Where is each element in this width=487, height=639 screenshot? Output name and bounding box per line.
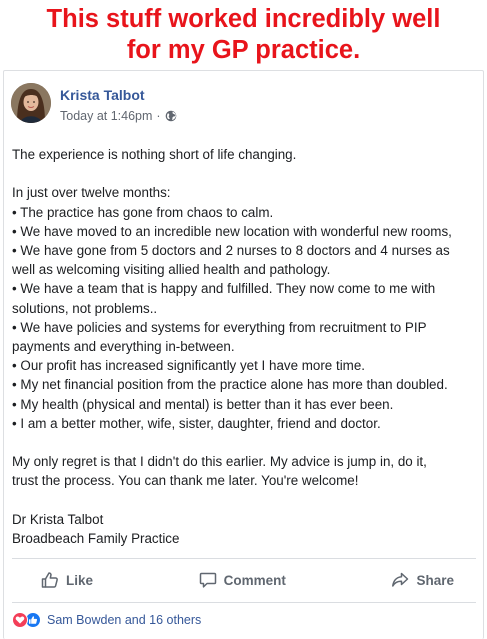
post-intro: In just over twelve months:: [12, 185, 171, 201]
bullet-line: • We have moved to an incredible new loc…: [12, 223, 452, 239]
signature-name: Dr Krista Talbot: [12, 511, 104, 527]
reactions-summary[interactable]: Sam Bowden and 16 others: [12, 611, 201, 629]
bullet-line: • Our profit has increased significantly…: [12, 358, 365, 374]
bullet-line: solutions, not problems..: [12, 300, 158, 316]
actions-divider-bottom: [12, 602, 476, 603]
bullet-line: • My net financial position from the pra…: [12, 377, 448, 393]
bullet-line: • The practice has gone from chaos to ca…: [12, 204, 274, 220]
comment-button[interactable]: Comment: [198, 570, 286, 590]
bullet-line: • I am a better mother, wife, sister, da…: [12, 415, 381, 431]
closing-line: trust the process. You can thank me late…: [12, 473, 359, 489]
post-actions-bar: Like Comment Share: [12, 564, 476, 596]
signature-practice: Broadbeach Family Practice: [12, 531, 180, 547]
bullet-line: payments and everything in-between.: [12, 339, 235, 355]
share-label: Share: [416, 572, 454, 588]
avatar-photo: [11, 83, 51, 123]
meta-separator: ·: [156, 109, 161, 123]
share-button[interactable]: Share: [390, 570, 454, 590]
globe-icon[interactable]: [165, 110, 177, 122]
promo-headline: This stuff worked incredibly well for my…: [0, 4, 487, 66]
love-icon: [12, 612, 28, 628]
comment-label: Comment: [223, 572, 286, 588]
bullet-line: • We have a team that is happy and fulfi…: [12, 281, 436, 297]
bullet-line: • We have gone from 5 doctors and 2 nurs…: [12, 243, 450, 258]
like-label: Like: [66, 572, 94, 588]
bullet-line: well as welcoming visiting allied health…: [12, 262, 331, 278]
reaction-names[interactable]: Sam Bowden and 16 others: [47, 613, 201, 627]
author-name[interactable]: Krista Talbot: [60, 87, 145, 103]
headline-line-1: This stuff worked incredibly well: [46, 5, 441, 33]
bullet-line: • My health (physical and mental) is bet…: [12, 396, 394, 412]
closing-line: My only regret is that I didn't do this …: [12, 454, 427, 470]
post-meta: Today at 1:46pm ·: [60, 109, 177, 123]
post-card: Krista Talbot Today at 1:46pm · The expe…: [3, 70, 484, 639]
avatar[interactable]: [11, 83, 51, 123]
post-body: The experience is nothing short of life …: [12, 145, 482, 548]
thumbs-up-icon: [41, 572, 58, 588]
post-timestamp[interactable]: Today at 1:46pm: [60, 109, 152, 123]
share-icon: [392, 572, 409, 587]
like-button[interactable]: Like: [40, 570, 93, 590]
post-paragraph: The experience is nothing short of life …: [12, 147, 297, 162]
headline-line-2: for my GP practice.: [126, 36, 361, 64]
comment-icon: [199, 572, 216, 588]
bullet-line: • We have policies and systems for every…: [12, 319, 427, 335]
actions-divider-top: [12, 558, 476, 559]
